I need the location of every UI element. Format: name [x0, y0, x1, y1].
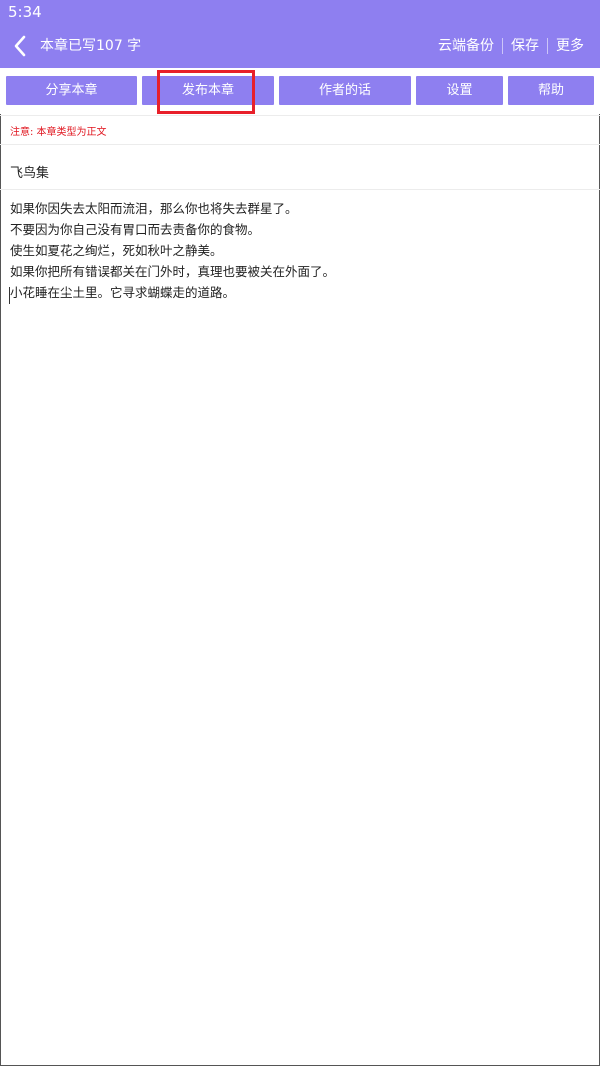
status-time: 5:34 — [8, 3, 42, 21]
share-chapter-button[interactable]: 分享本章 — [6, 76, 137, 105]
cloud-backup-button[interactable]: 云端备份 — [430, 24, 502, 68]
content-line: 如果你因失去太阳而流泪，那么你也将失去群星了。 — [10, 201, 298, 216]
content-line: 使生如夏花之绚烂，死如秋叶之静美。 — [10, 243, 223, 258]
status-bar: 5:34 — [0, 0, 600, 24]
window-frame — [0, 0, 600, 1066]
chevron-left-icon — [14, 35, 26, 57]
app-bar: 本章已写107 字 云端备份 保存 更多 — [0, 24, 600, 68]
author-note-button[interactable]: 作者的话 — [279, 76, 411, 105]
help-button[interactable]: 帮助 — [508, 76, 594, 105]
text-cursor — [9, 287, 10, 304]
content-line: 不要因为你自己没有胃口而去责备你的食物。 — [10, 222, 261, 237]
settings-button[interactable]: 设置 — [416, 76, 503, 105]
word-count-title: 本章已写107 字 — [40, 38, 142, 54]
chapter-content-editor[interactable]: 如果你因失去太阳而流泪，那么你也将失去群星了。 不要因为你自己没有胃口而去责备你… — [10, 198, 590, 303]
content-line: 如果你把所有错误都关在门外时，真理也要被关在外面了。 — [10, 264, 336, 279]
more-button[interactable]: 更多 — [548, 24, 592, 68]
chapter-type-notice: 注意: 本章类型为正文 — [10, 127, 107, 138]
chapter-title-field[interactable]: 飞鸟集 — [10, 162, 49, 181]
title-divider — [0, 189, 600, 190]
toolbar-divider — [0, 115, 600, 116]
notice-divider — [0, 144, 600, 145]
publish-highlight-box — [157, 70, 255, 114]
save-button[interactable]: 保存 — [503, 24, 547, 68]
back-button[interactable] — [6, 31, 34, 61]
chapter-toolbar: 分享本章 发布本章 作者的话 设置 帮助 — [0, 68, 600, 114]
content-line: 小花睡在尘土里。它寻求蝴蝶走的道路。 — [10, 285, 236, 300]
app-bar-actions: 云端备份 保存 更多 — [430, 24, 592, 68]
